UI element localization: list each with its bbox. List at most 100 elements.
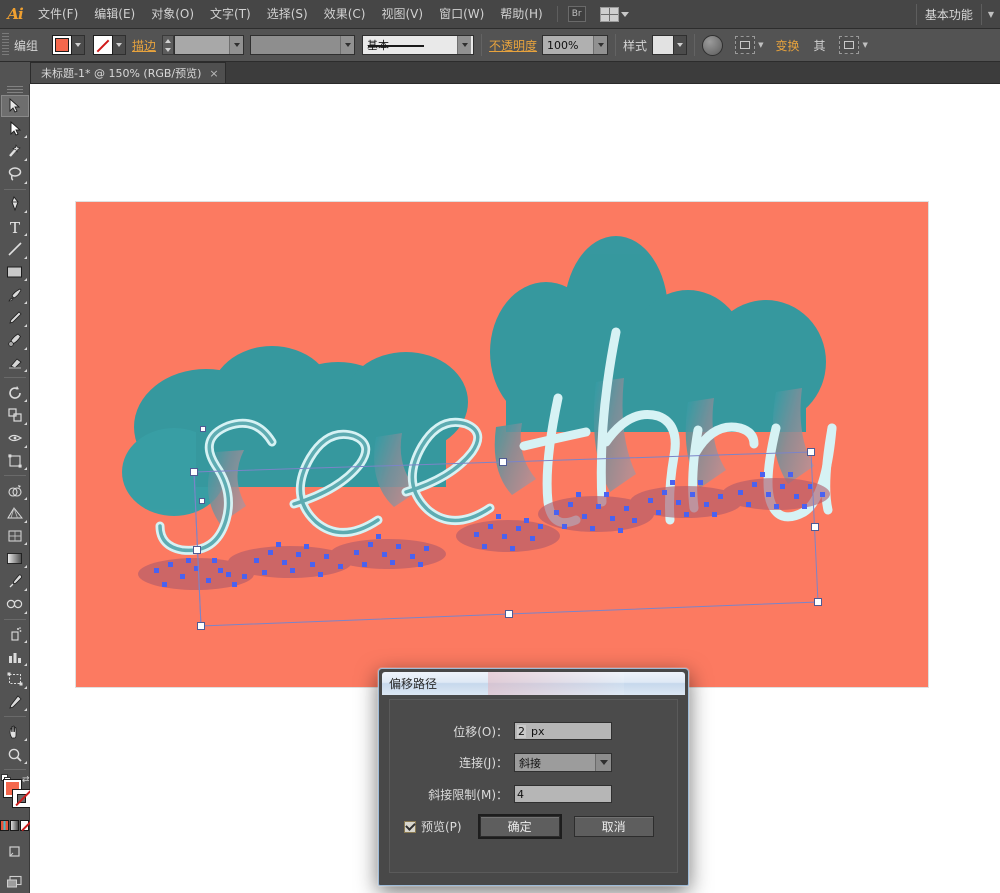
chevron-down-icon[interactable] (229, 36, 244, 54)
tools-panel: T ⇄ (0, 84, 31, 893)
menu-select[interactable]: 选择(S) (259, 0, 316, 29)
shape-builder-tool[interactable] (1, 479, 29, 502)
cancel-button[interactable]: 取消 (573, 816, 654, 837)
panel-grip[interactable] (6, 86, 23, 94)
pencil-tool[interactable] (1, 306, 29, 329)
fill-dropdown-arrow[interactable] (72, 35, 86, 55)
eraser-tool[interactable] (1, 352, 29, 375)
stroke-color-control[interactable] (93, 35, 127, 55)
rotate-tool[interactable] (1, 381, 29, 404)
hand-tool[interactable] (1, 720, 29, 743)
miter-limit-label: 斜接限制(M)： (428, 787, 508, 802)
screen-mode-icon[interactable] (1, 871, 29, 893)
blend-tool[interactable] (1, 593, 29, 616)
offset-path-dialog[interactable]: 偏移路径 位移(O)： 2 px 连接(J)： 斜接 斜接限制(M)： 4 预览… (378, 668, 689, 886)
selection-tool[interactable] (0, 94, 29, 118)
document-tab[interactable]: 未标题-1* @ 150% (RGB/预览) × (30, 62, 226, 83)
pen-tool[interactable] (1, 192, 29, 215)
symbol-sprayer-tool[interactable] (1, 623, 29, 646)
dashed-outline-icon[interactable] (735, 36, 756, 54)
artboard-border (75, 201, 929, 688)
chevron-down-icon[interactable] (595, 754, 611, 771)
column-graph-tool[interactable] (1, 645, 29, 668)
menu-edit[interactable]: 编辑(E) (86, 0, 143, 29)
paintbrush-tool[interactable] (1, 283, 29, 306)
draw-mode-icon[interactable] (1, 840, 29, 863)
arrange-documents-icon[interactable] (599, 6, 629, 22)
graphic-style-arrow[interactable] (674, 35, 688, 55)
offset-input[interactable]: 2 px (514, 722, 612, 740)
zoom-tool[interactable] (1, 743, 29, 766)
align-icon[interactable]: 其 (813, 37, 825, 54)
stroke-dropdown-arrow[interactable] (113, 35, 127, 55)
menu-window[interactable]: 窗口(W) (431, 0, 492, 29)
stroke-swatch[interactable] (11, 788, 31, 808)
line-segment-tool[interactable] (1, 238, 29, 261)
opacity-field[interactable]: 100% (542, 35, 609, 55)
chevron-down-icon[interactable] (457, 36, 472, 54)
fill-swatch[interactable] (52, 35, 73, 55)
perspective-grid-tool[interactable] (1, 502, 29, 525)
app-logo-icon: Ai (7, 5, 23, 23)
width-tool[interactable] (1, 427, 29, 450)
chevron-down-icon[interactable]: ▼ (758, 41, 763, 49)
shape-options-icon[interactable] (839, 36, 860, 54)
color-swatch-mode-icon[interactable] (0, 819, 9, 831)
menu-effect[interactable]: 效果(C) (316, 0, 374, 29)
stroke-swatch[interactable] (93, 35, 114, 55)
workspace-switcher[interactable]: 基本功能 ▼ (915, 3, 1000, 25)
panel-grip[interactable] (2, 33, 9, 57)
join-select[interactable]: 斜接 (514, 753, 612, 772)
swap-fill-stroke-icon[interactable]: ⇄ (22, 775, 30, 785)
brush-definition-field[interactable]: 基本 (362, 35, 475, 55)
fill-color-control[interactable] (52, 35, 86, 55)
miter-limit-input[interactable]: 4 (514, 785, 612, 803)
type-tool[interactable]: T (1, 215, 29, 238)
bridge-icon[interactable]: Br (567, 6, 586, 22)
menu-object[interactable]: 对象(O) (143, 0, 202, 29)
chevron-down-icon[interactable]: ▼ (862, 41, 867, 49)
mesh-tool[interactable] (1, 525, 29, 548)
artboard[interactable] (75, 201, 929, 688)
lasso-tool[interactable] (1, 163, 29, 186)
direct-selection-tool[interactable] (1, 117, 29, 140)
stroke-profile-field[interactable] (250, 35, 356, 55)
scale-tool[interactable] (1, 404, 29, 427)
menu-type[interactable]: 文字(T) (202, 0, 259, 29)
transform-link[interactable]: 变换 (775, 37, 799, 54)
dialog-title-bar[interactable]: 偏移路径 (382, 672, 685, 695)
graphic-style-swatch[interactable] (652, 35, 675, 55)
artboard-tool[interactable] (1, 668, 29, 691)
menu-bar: Ai 文件(F) 编辑(E) 对象(O) 文字(T) 选择(S) 效果(C) 视… (0, 0, 1000, 29)
magic-wand-tool[interactable] (1, 140, 29, 163)
recolor-artwork-icon[interactable] (702, 34, 724, 56)
eyedropper-tool[interactable] (1, 570, 29, 593)
menu-view[interactable]: 视图(V) (373, 0, 431, 29)
brush-stroke-preview (368, 45, 425, 47)
preview-checkbox[interactable] (404, 820, 416, 833)
ok-button[interactable]: 确定 (479, 816, 560, 837)
close-icon[interactable]: × (209, 67, 218, 80)
menu-help[interactable]: 帮助(H) (492, 0, 550, 29)
none-mode-icon[interactable] (20, 819, 29, 831)
color-mode-buttons[interactable] (0, 819, 29, 831)
menu-file[interactable]: 文件(F) (30, 0, 86, 29)
fill-stroke-color-control[interactable]: ⇄ (0, 773, 31, 815)
workspace-label: 基本功能 (915, 3, 982, 25)
miter-limit-row: 斜接限制(M)： 4 (390, 785, 677, 803)
opacity-label[interactable]: 不透明度 (489, 37, 537, 54)
slice-tool[interactable] (1, 691, 29, 714)
chevron-down-icon[interactable] (593, 36, 608, 54)
free-transform-tool[interactable] (1, 450, 29, 473)
chevron-down-icon[interactable] (340, 36, 355, 54)
rectangle-tool[interactable] (1, 261, 29, 284)
preview-checkbox-wrap[interactable]: 预览(P) (404, 818, 462, 835)
stroke-weight-label[interactable]: 描边 (132, 37, 156, 54)
stroke-weight-field[interactable] (174, 35, 245, 55)
artwork-see-thru (122, 236, 837, 555)
gradient-mode-icon[interactable] (10, 819, 19, 831)
blob-brush-tool[interactable] (1, 329, 29, 352)
gradient-tool[interactable] (1, 547, 29, 570)
stroke-weight-stepper[interactable] (162, 35, 175, 55)
svg-text:T: T (10, 219, 20, 235)
